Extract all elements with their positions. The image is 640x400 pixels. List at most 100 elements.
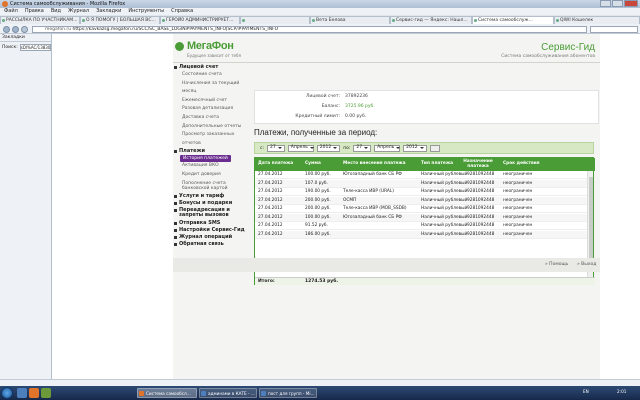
to-day-select[interactable]: 27	[353, 144, 372, 152]
cell-date: 27.04.2012	[258, 214, 283, 220]
sidebar-title: Закладки	[0, 34, 51, 42]
tab-8[interactable]: QIWI Кошелек	[554, 16, 640, 24]
menu-item-vko-activation[interactable]: Активация ВКО	[173, 162, 253, 171]
language-indicator[interactable]: EN	[583, 389, 589, 394]
menu-item-trust-credit[interactable]: Кредит доверия	[173, 171, 253, 180]
show-button[interactable]	[429, 144, 440, 152]
tab-7-active[interactable]: Система самообслуж...	[472, 16, 554, 24]
megafon-logo[interactable]: МегаФон Будущее зависит от тебя	[175, 40, 295, 62]
col-type[interactable]: Тип платежа	[421, 158, 453, 171]
tab-favicon-icon	[556, 19, 559, 22]
left-menu: Лицевой счет Состояние счета Начисления …	[173, 64, 253, 248]
period-filter: с: 27 Апрель 2012 по: 27 Апрель 2012	[254, 142, 594, 154]
task-post[interactable]: пост для групп - Mi...	[259, 388, 317, 398]
menu-tools[interactable]: Инструменты	[128, 8, 164, 15]
brand-slogan: Будущее зависит от тебя	[187, 53, 241, 58]
menu-head-services[interactable]: Услуги и тариф	[173, 193, 253, 200]
cell-purpose: 9281092448	[467, 214, 495, 220]
tab-4[interactable]	[240, 16, 310, 24]
search-box[interactable]	[590, 26, 638, 33]
menu-item-account-state[interactable]: Состояние счета	[173, 71, 253, 80]
cell-amount: 200.00 руб.	[305, 197, 331, 203]
page-content: МегаФон Будущее зависит от тебя Сервис-Г…	[53, 34, 640, 379]
home-button[interactable]	[21, 26, 28, 33]
cell-place: Югозападный банк СБ РФ	[343, 172, 402, 177]
cell-date: 27.04.2012	[258, 189, 283, 194]
quicklaunch-explorer-icon[interactable]	[17, 388, 27, 398]
menu-item-bill-delivery[interactable]: Доставка счета	[173, 114, 253, 123]
tab-3[interactable]: ГЕРОЙ0 АДМИНИСТРИРУЕТ...	[160, 16, 240, 24]
cell-purpose: 9281092448	[467, 180, 495, 186]
task-firefox[interactable]: Система самообсл...	[137, 388, 197, 398]
col-place[interactable]: Место внесения платежа	[343, 158, 406, 171]
menu-head-bonuses[interactable]: Бонусы и подарки	[173, 200, 253, 207]
tab-5[interactable]: Вета Белова	[310, 16, 390, 24]
tab-favicon-icon	[82, 19, 85, 22]
clock[interactable]: 2:01	[617, 389, 626, 394]
from-year-select[interactable]: 2012	[316, 144, 341, 152]
scrollbar-thumb[interactable]	[589, 177, 593, 267]
cell-place: Югозападный банк СБ РФ	[343, 214, 402, 220]
menu-view[interactable]: Вид	[51, 8, 61, 15]
from-month-select[interactable]: Апрель	[287, 144, 314, 152]
address-bar[interactable]: megafon.ru https://kavkazsg.megafon.ru/S…	[32, 26, 587, 33]
menu-head-account[interactable]: Лицевой счет	[173, 64, 253, 71]
back-button[interactable]	[3, 26, 10, 33]
cell-place: Теле-касса ИВР (URAL)	[343, 189, 394, 194]
menu-file[interactable]: Файл	[4, 8, 18, 15]
logout-link[interactable]: » Выход	[577, 262, 596, 267]
service-subtitle: Система самообслуживания абонентов	[501, 54, 595, 59]
quicklaunch-firefox-icon[interactable]	[29, 388, 39, 398]
cell-type: Наличный рублевый	[421, 231, 468, 237]
cell-place: Теле-касса ИВР (МОВ_SSDB)	[343, 206, 407, 211]
menu-head-payments[interactable]: Платежи	[173, 148, 253, 155]
minimize-button[interactable]	[600, 0, 611, 7]
close-button[interactable]	[624, 0, 638, 7]
menu-history[interactable]: Журнал	[68, 8, 89, 15]
to-label: по:	[343, 145, 351, 151]
menu-head-sms[interactable]: Отправка SMS	[173, 220, 253, 227]
cell-purpose: 9281092448	[467, 197, 495, 203]
cell-purpose: 9281092448	[467, 231, 495, 237]
to-year-select[interactable]: 2012	[403, 144, 427, 152]
menu-item-payment-history[interactable]: История платежей	[180, 155, 231, 163]
cell-type: Наличный рублевый	[421, 214, 468, 220]
menu-edit[interactable]: Правка	[25, 8, 44, 15]
tab-favicon-icon	[2, 19, 5, 22]
forward-button[interactable]	[12, 26, 19, 33]
sidebar-search-input[interactable]: sDl%AC/1383051862495I	[19, 43, 51, 51]
menu-head-journal[interactable]: Журнал операций	[173, 234, 253, 241]
from-day-select[interactable]: 27	[267, 144, 285, 152]
maximize-button[interactable]	[612, 0, 623, 7]
col-date[interactable]: Дата платежа	[258, 158, 293, 171]
menu-item-card-topup[interactable]: Пополнение счета банковской картой	[173, 180, 251, 193]
menu-item-extra-reports[interactable]: Дополнительные отчеты	[173, 123, 253, 132]
tab-2[interactable]: О Я ПОМОГУ | БОЛЬШАЯ ВС...	[80, 16, 160, 24]
menu-item-monthly-bill[interactable]: Ежемесячный счет	[173, 97, 253, 106]
col-validity[interactable]: Срок действия	[503, 158, 540, 171]
menu-item-ordered-reports[interactable]: Просмотр заказанных отчетов	[173, 131, 253, 148]
menu-head-feedback[interactable]: Обратная связь	[173, 241, 253, 248]
task-vk[interactable]: админами в КАТЕ - ...	[199, 388, 257, 398]
tab-6[interactable]: Сервис-гид — Яндекс: Нашл...	[390, 16, 472, 24]
firefox-icon	[2, 1, 8, 7]
start-button[interactable]	[1, 387, 13, 399]
menu-item-current-charges[interactable]: Начисления за текущий месяц	[173, 80, 253, 97]
cell-amount: 190.00 руб.	[305, 189, 331, 194]
to-month-select[interactable]: Апрель	[374, 144, 401, 152]
menu-head-settings[interactable]: Настройки Сервис-Гид	[173, 227, 253, 234]
site-identity[interactable]: megafon.ru	[45, 27, 71, 32]
menu-bookmarks[interactable]: Закладки	[96, 8, 121, 15]
col-amount[interactable]: Сумма	[305, 158, 321, 171]
col-purpose[interactable]: Назначение платежа	[461, 158, 495, 171]
table-row: 27.04.2012 186.00 руб. Наличный рублевый 92…	[255, 230, 588, 239]
menu-head-forwarding[interactable]: Переадресация и запреты вызовов	[173, 207, 253, 220]
menu-help[interactable]: Справка	[171, 8, 193, 15]
menu-item-detailing[interactable]: Разовая детализация	[173, 105, 253, 114]
bookmarks-sidebar: Закладки Поиск: sDl%AC/1383051862495I	[0, 34, 52, 379]
help-link[interactable]: » Помощь	[545, 262, 568, 267]
cell-validity: неограничен	[503, 223, 533, 228]
tab-1[interactable]: РАССЫЛКА ПО УЧАСТНИКАМ...	[0, 16, 80, 24]
quicklaunch-media-icon[interactable]	[41, 388, 51, 398]
chevron-down-icon	[396, 147, 401, 149]
